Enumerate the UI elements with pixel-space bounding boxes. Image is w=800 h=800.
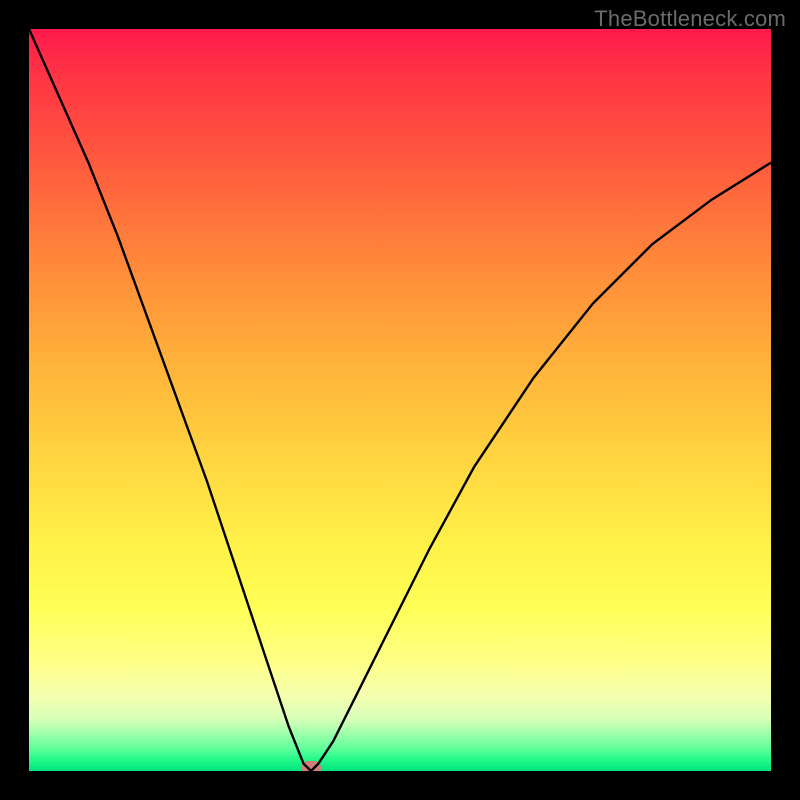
watermark-text: TheBottleneck.com <box>594 6 786 32</box>
bottleneck-curve <box>29 29 771 771</box>
plot-area <box>29 29 771 771</box>
chart-frame: TheBottleneck.com <box>0 0 800 800</box>
